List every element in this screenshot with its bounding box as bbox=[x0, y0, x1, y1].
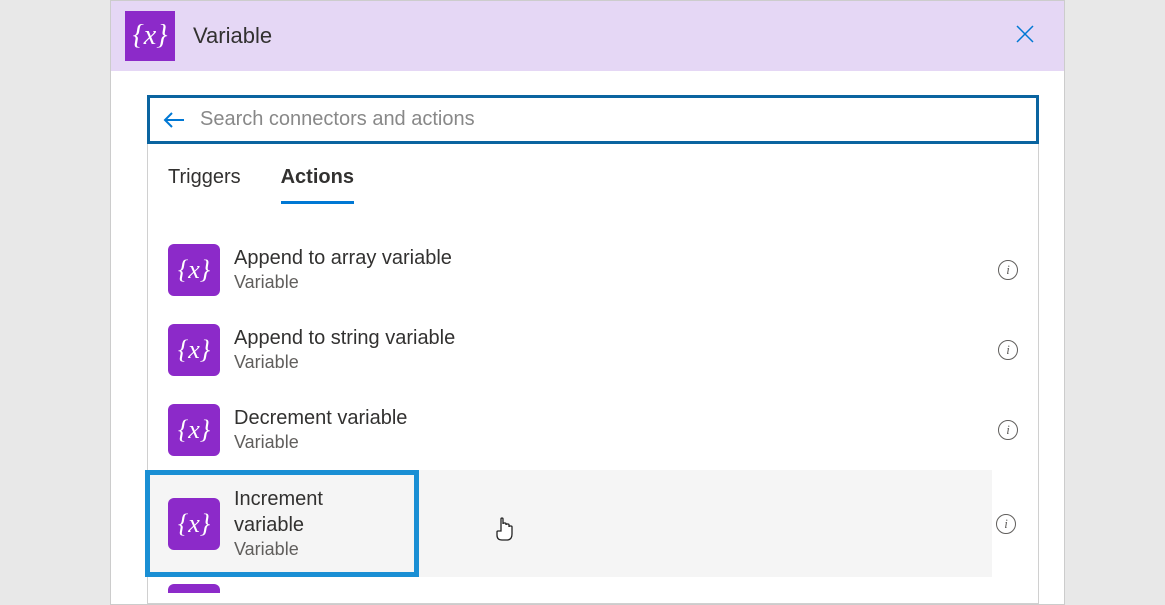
tab-actions[interactable]: Actions bbox=[281, 166, 354, 204]
panel-body: Triggers Actions {x} Append to array var… bbox=[111, 71, 1064, 604]
back-arrow-icon[interactable] bbox=[162, 110, 186, 130]
tabs: Triggers Actions bbox=[148, 144, 1038, 204]
info-icon[interactable]: i bbox=[998, 260, 1018, 280]
variable-icon: {x} bbox=[168, 244, 220, 296]
info-icon[interactable]: i bbox=[998, 340, 1018, 360]
action-category: Variable bbox=[234, 431, 407, 454]
action-row-partial[interactable] bbox=[148, 577, 1038, 593]
variable-icon: {x} bbox=[168, 324, 220, 376]
panel-header: {x} Variable bbox=[111, 1, 1064, 71]
variable-icon: {x} bbox=[168, 404, 220, 456]
action-title: Decrement variable bbox=[234, 405, 407, 431]
variable-icon: {x} bbox=[125, 11, 175, 61]
search-input[interactable] bbox=[200, 108, 1024, 131]
search-bar[interactable] bbox=[147, 95, 1039, 144]
info-icon[interactable]: i bbox=[996, 514, 1016, 534]
action-title: Append to array variable bbox=[234, 245, 452, 271]
action-category: Variable bbox=[234, 538, 396, 561]
variable-icon: {x} bbox=[168, 498, 220, 550]
action-category: Variable bbox=[234, 271, 452, 294]
action-row-append-array[interactable]: {x} Append to array variable Variable i bbox=[148, 230, 1038, 310]
action-category: Variable bbox=[234, 351, 455, 374]
action-title: Increment variable bbox=[234, 486, 396, 538]
action-row-increment-wrapper: {x} Increment variable Variable i bbox=[148, 470, 1038, 577]
action-title: Append to string variable bbox=[234, 325, 455, 351]
actions-list: {x} Append to array variable Variable i … bbox=[148, 230, 1038, 603]
action-row-append-string[interactable]: {x} Append to string variable Variable i bbox=[148, 310, 1038, 390]
variable-icon bbox=[168, 584, 220, 593]
action-row-decrement[interactable]: {x} Decrement variable Variable i bbox=[148, 390, 1038, 470]
actions-card: Triggers Actions {x} Append to array var… bbox=[147, 144, 1039, 604]
panel-title: Variable bbox=[193, 23, 272, 49]
connector-panel: {x} Variable Triggers Actions bbox=[110, 0, 1065, 605]
action-row-increment[interactable]: {x} Increment variable Variable bbox=[145, 470, 419, 577]
tab-triggers[interactable]: Triggers bbox=[168, 166, 241, 204]
info-icon[interactable]: i bbox=[998, 420, 1018, 440]
close-icon[interactable] bbox=[1004, 16, 1046, 56]
